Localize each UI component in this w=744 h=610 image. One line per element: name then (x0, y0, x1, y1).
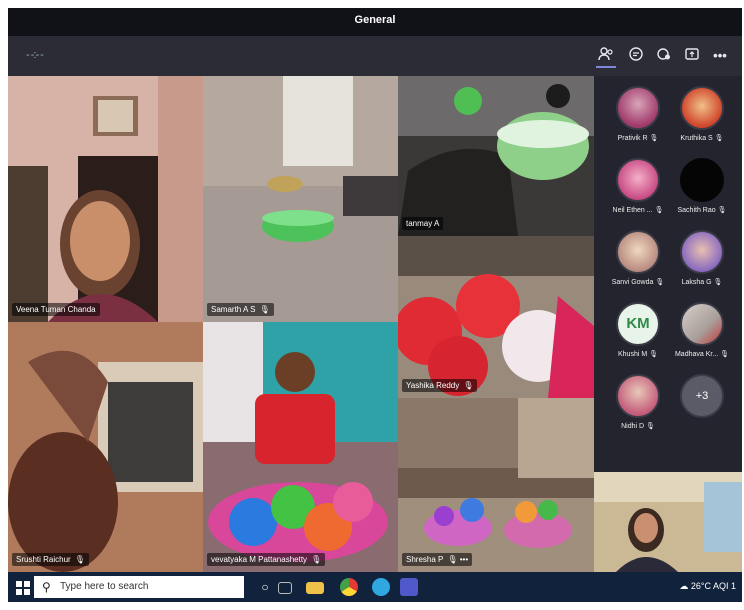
participant-item[interactable]: Prativik R 🎙 (608, 86, 668, 142)
participant-item[interactable]: Laksha G 🎙 (672, 230, 732, 286)
mic-icon: 🎙 (74, 555, 85, 564)
video-feed (398, 236, 594, 398)
mic-icon: 🎙 (649, 351, 659, 358)
participant-name-label: tanmay A (402, 217, 444, 230)
participant-item[interactable]: Neil Ethen ... 🎙 (608, 158, 668, 214)
self-video-tile[interactable] (594, 472, 742, 572)
avatar-initials: KM (616, 302, 660, 346)
search-placeholder: Type here to search (60, 581, 149, 592)
more-icon[interactable]: ••• (710, 46, 730, 66)
mic-icon: 🎙 (649, 135, 659, 142)
more-participants-button[interactable]: +3 (672, 374, 732, 418)
avatar (616, 86, 660, 130)
people-icon[interactable] (596, 46, 616, 68)
video-tile[interactable]: Srushti Raichur 🎙 (8, 322, 203, 572)
window-title: General (354, 14, 396, 26)
participant-item[interactable]: Sachith Rao 🎙 (672, 158, 732, 214)
video-tile[interactable]: Veena Tuman Chanda (8, 76, 203, 322)
video-tile[interactable]: Samarth A S 🎙 (203, 76, 398, 322)
meeting-toolbar: - -:- - ••• (8, 36, 742, 76)
video-feed (594, 472, 742, 572)
edge-icon[interactable] (372, 578, 390, 596)
windows-taskbar: ⚲ Type here to search ○ ☁ 26°C AQI 1 (8, 572, 742, 602)
participant-item[interactable]: Madhava Kr... 🎙 (672, 302, 732, 358)
participant-name-label: Srushti Raichur 🎙 (12, 553, 89, 566)
participant-item[interactable]: Kruthika S 🎙 (672, 86, 732, 142)
mic-icon: 🎙 (311, 555, 322, 564)
mic-icon: 🎙 (714, 135, 724, 142)
mic-icon: 🎙 (717, 207, 727, 214)
more-count: +3 (680, 374, 724, 418)
video-grid: Veena Tuman Chanda Samarth A S 🎙 tanmay … (8, 76, 594, 572)
mic-icon: 🎙 (463, 381, 474, 390)
video-feed (203, 322, 398, 572)
participant-item[interactable]: Sanvi Gowda 🎙 (608, 230, 668, 286)
cortana-icon[interactable]: ○ (256, 578, 274, 596)
file-explorer-icon[interactable] (306, 582, 324, 594)
task-view-icon[interactable] (278, 582, 292, 594)
mic-icon: 🎙 (713, 279, 723, 286)
video-tile[interactable]: Shresha P 🎙 ••• (398, 398, 594, 572)
participant-name-label: Yashika Reddy 🎙 (402, 379, 478, 392)
mic-icon: 🎙 (654, 207, 664, 214)
chat-icon[interactable] (626, 46, 646, 66)
mic-icon: 🎙 (447, 555, 458, 564)
video-tile[interactable]: tanmay A (398, 76, 594, 236)
participants-panel: Prativik R 🎙 Kruthika S 🎙 Neil Ethen ...… (594, 76, 742, 472)
video-feed (8, 322, 203, 572)
participant-name-label: Samarth A S 🎙 (207, 303, 274, 316)
video-feed (398, 76, 594, 236)
participant-item[interactable]: Nidhi D 🎙 (608, 374, 668, 430)
mic-icon: 🎙 (720, 351, 730, 358)
aqi-label: AQI 1 (712, 581, 736, 591)
mic-icon: 🎙 (259, 305, 270, 314)
avatar (680, 302, 724, 346)
more-options-icon[interactable]: ••• (460, 555, 468, 564)
avatar (680, 158, 724, 202)
avatar (616, 230, 660, 274)
weather-temp: 26°C (690, 581, 711, 591)
participant-name-label: Shresha P 🎙 ••• (402, 553, 473, 566)
avatar (680, 86, 724, 130)
search-icon: ⚲ (42, 580, 51, 594)
share-icon[interactable] (682, 46, 702, 66)
video-feed (398, 398, 594, 572)
chrome-icon[interactable] (340, 578, 358, 596)
taskbar-search-box[interactable]: ⚲ Type here to search (34, 576, 244, 598)
avatar (616, 374, 660, 418)
video-tile[interactable]: vevatyaka M Pattanashetty 🎙 (203, 322, 398, 572)
video-tile[interactable]: Yashika Reddy 🎙 (398, 236, 594, 398)
drag-handle-icon[interactable]: - -:- - (26, 49, 44, 61)
mic-icon: 🎙 (646, 423, 655, 430)
system-tray[interactable]: ☁ 26°C AQI 1 (679, 581, 736, 592)
mic-icon: 🎙 (655, 279, 665, 286)
participant-name-label: Veena Tuman Chanda (12, 303, 100, 316)
participant-name-label: vevatyaka M Pattanashetty 🎙 (207, 553, 326, 566)
reactions-icon[interactable] (654, 46, 674, 66)
teams-window: General - -:- - ••• Veena Tuman Chanda S… (8, 8, 742, 602)
weather-icon: ☁ (679, 581, 689, 591)
windows-start-icon[interactable] (16, 581, 30, 595)
video-feed (8, 76, 203, 322)
avatar (616, 158, 660, 202)
teams-icon[interactable] (400, 578, 418, 596)
avatar (680, 230, 724, 274)
title-bar: General (8, 8, 742, 36)
video-feed (203, 76, 398, 322)
participant-item[interactable]: KM Khushi M 🎙 (608, 302, 668, 358)
